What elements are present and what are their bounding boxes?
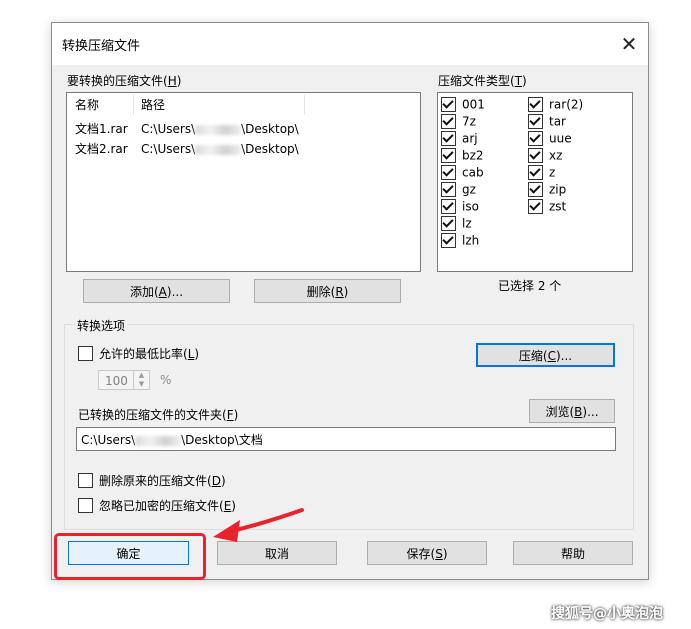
- annotation-arrow-icon: [213, 508, 304, 542]
- watermark-text: 搜狐号@小奥泡泡: [551, 606, 663, 622]
